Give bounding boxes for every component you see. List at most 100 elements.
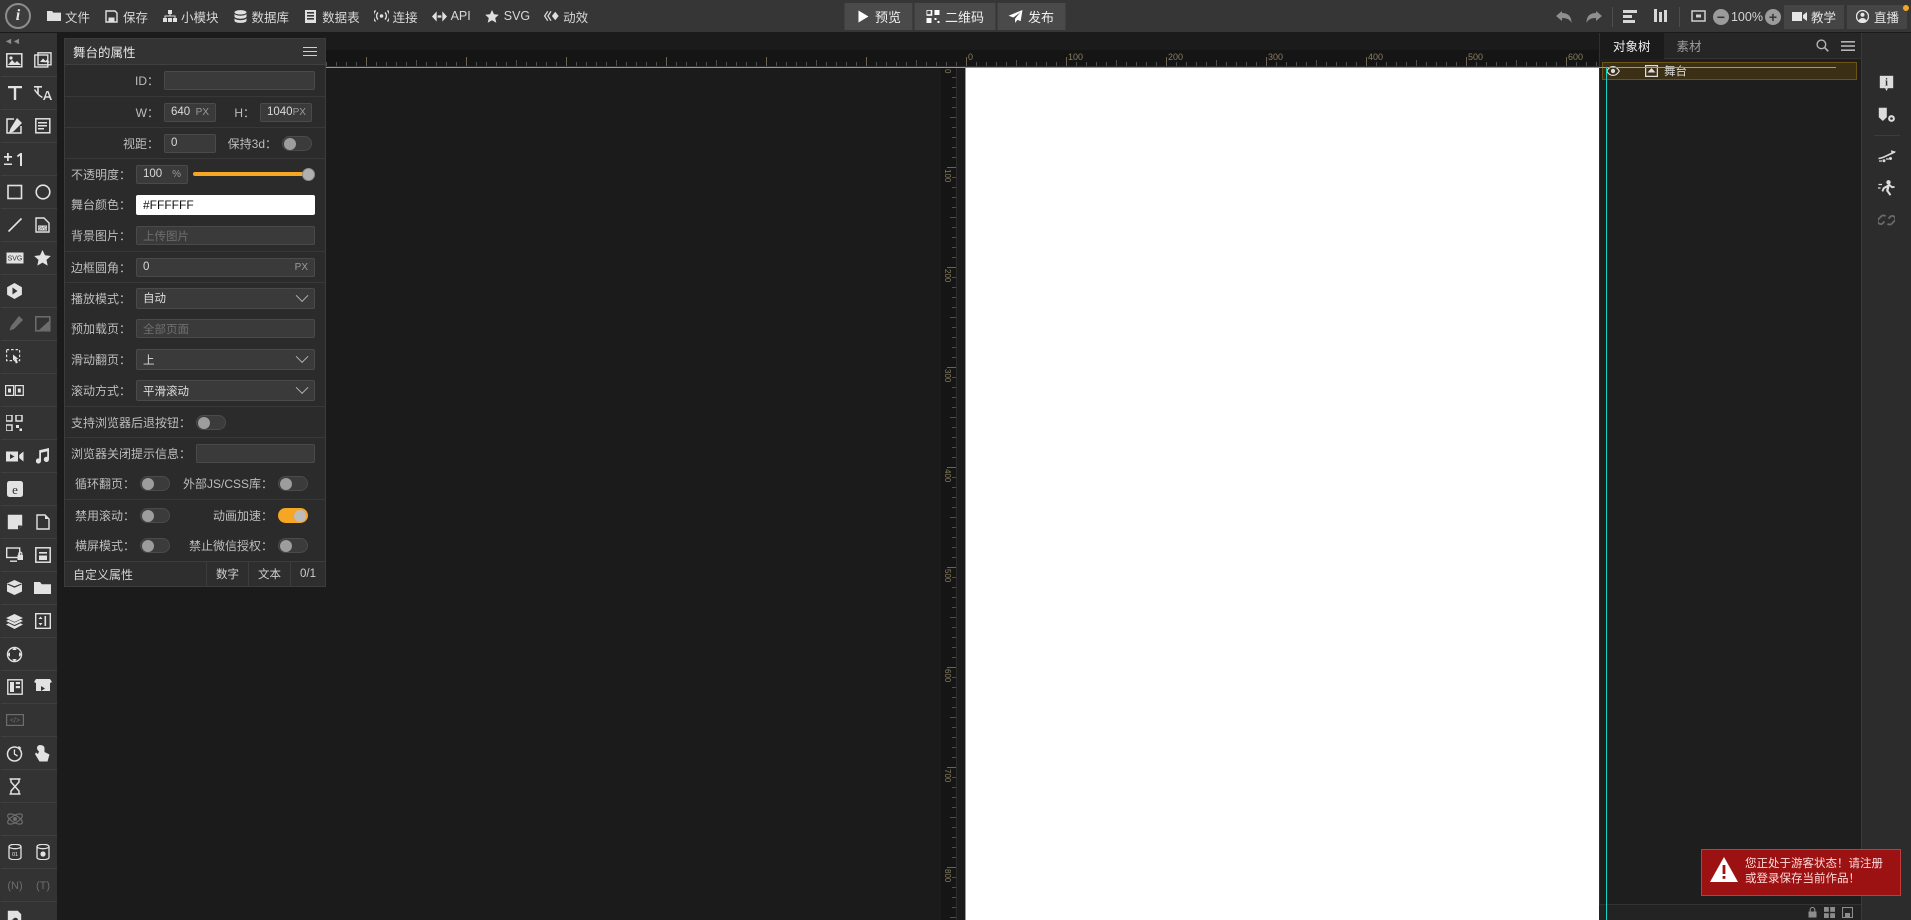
scroll-select[interactable]: 平滑滚动 (136, 380, 315, 401)
atom-icon[interactable] (1, 805, 29, 833)
swipe-select[interactable]: 上 (136, 349, 315, 370)
paren-n-icon[interactable]: (N) (1, 871, 29, 899)
video-camera-tool-icon[interactable] (1, 442, 29, 470)
star-shape-icon[interactable] (29, 244, 57, 272)
translate-text-icon[interactable] (29, 79, 57, 107)
tutorial-button[interactable]: 教学 (1783, 4, 1844, 29)
closemsg-input[interactable] (196, 443, 315, 463)
hourglass-icon[interactable] (1, 772, 29, 800)
align-vertical-icon[interactable] (1646, 0, 1675, 33)
undo-icon[interactable] (1550, 0, 1579, 33)
animaccel-toggle[interactable] (278, 507, 308, 523)
pen-icon[interactable] (1, 310, 29, 338)
grid-toggle-icon[interactable] (1824, 907, 1835, 918)
edit-box-icon[interactable] (1, 112, 29, 140)
screen-lock-icon[interactable] (1, 541, 29, 569)
add-text-property-button[interactable]: 文本 (248, 561, 290, 587)
db-object-icon[interactable] (29, 838, 57, 866)
menu-file[interactable]: 文件 (39, 0, 97, 33)
preload-input[interactable]: 全部页面 (136, 319, 315, 338)
publish-button[interactable]: 发布 (997, 3, 1066, 30)
menu-connect[interactable]: 连接 (367, 0, 425, 33)
height-input[interactable]: 1040 PX (260, 102, 312, 122)
hamburger-icon[interactable] (303, 46, 317, 57)
folder-shape-icon[interactable] (29, 574, 57, 602)
landscape-toggle[interactable] (140, 538, 170, 553)
sort-updown-icon[interactable] (29, 607, 57, 635)
paren-t-icon[interactable]: (T) (29, 871, 57, 899)
menu-animation[interactable]: 动效 (537, 0, 595, 33)
guide-line-top[interactable] (326, 67, 1836, 68)
two-panel-icon[interactable] (1, 376, 29, 404)
guide-line-right[interactable] (1606, 67, 1607, 920)
ie-browser-icon[interactable]: e (1, 475, 29, 503)
line-icon[interactable] (1, 211, 29, 239)
fit-screen-icon[interactable] (1684, 0, 1713, 33)
live-button[interactable]: 直播 (1846, 4, 1909, 29)
click-hand-icon[interactable] (29, 739, 57, 767)
redo-icon[interactable] (1579, 0, 1608, 33)
noscroll-toggle[interactable] (140, 507, 170, 523)
tree-item-stage[interactable]: 舞台 (1602, 62, 1857, 80)
tab-assets[interactable]: 素材 (1664, 33, 1715, 59)
hand-select-icon[interactable] (1, 343, 29, 371)
guide-line-left[interactable] (965, 67, 966, 920)
layers-settings-icon[interactable] (1872, 100, 1902, 130)
id-input[interactable] (164, 71, 315, 90)
svg-file-icon[interactable]: SVG (29, 211, 57, 239)
align-horizontal-icon[interactable] (1617, 0, 1646, 33)
clock-icon[interactable] (1, 739, 29, 767)
vertical-ruler[interactable]: 0 100 200 300 400 500 600 700 800 (941, 67, 957, 920)
tab-object-tree[interactable]: 对象树 (1600, 32, 1664, 59)
cloud-save-icon[interactable] (1, 904, 29, 920)
plus-minus-one-icon[interactable] (1, 145, 29, 173)
loop-toggle[interactable] (140, 476, 170, 491)
image-multi-icon[interactable] (29, 46, 57, 74)
info-icon[interactable]: i (1872, 68, 1902, 98)
box-package-icon[interactable] (29, 541, 57, 569)
video-play-icon[interactable] (1, 277, 29, 305)
menu-save[interactable]: 保存 (97, 0, 155, 33)
menu-api[interactable]: API (425, 0, 478, 33)
document-icon[interactable] (29, 508, 57, 536)
stage-tool-icon[interactable] (29, 673, 57, 701)
playmode-select[interactable]: 自动 (136, 287, 315, 309)
viewdistance-input[interactable]: 0 (164, 133, 216, 153)
rich-text-icon[interactable] (29, 112, 57, 140)
stage-canvas-page[interactable] (966, 67, 1606, 920)
bgimage-input[interactable]: 上传图片 (136, 226, 315, 245)
qrcode-shape-icon[interactable] (1, 409, 29, 437)
opacity-input[interactable]: 100 % (136, 164, 188, 184)
opacity-slider[interactable] (193, 167, 315, 182)
extlib-toggle[interactable] (278, 476, 308, 491)
image-icon[interactable] (1, 46, 29, 74)
qrcode-button[interactable]: 二维码 (913, 3, 996, 30)
keep3d-toggle[interactable] (282, 135, 312, 151)
menu-datatable[interactable]: 数据表 (296, 0, 367, 33)
hamburger-icon-right[interactable] (1835, 33, 1861, 59)
rectangle-icon[interactable] (1, 178, 29, 206)
stagecolor-input[interactable]: #FFFFFF (136, 194, 315, 215)
package-open-icon[interactable] (1, 574, 29, 602)
collapse-panel-button[interactable]: ◄◄ (0, 36, 57, 46)
move-arrows-icon[interactable] (1, 640, 29, 668)
mask-icon[interactable] (29, 310, 57, 338)
music-note-icon[interactable] (29, 442, 57, 470)
page-curl-icon[interactable] (1, 508, 29, 536)
svg-icon[interactable]: SVG (1, 244, 29, 272)
backbutton-toggle[interactable] (196, 414, 227, 430)
radius-input[interactable]: 0 PX (136, 257, 315, 277)
menu-svg[interactable]: SVG (478, 0, 537, 33)
layout-panel-icon[interactable] (1, 673, 29, 701)
db-number-icon[interactable]: 01 (1, 838, 29, 866)
preview-button[interactable]: 预览 (843, 3, 912, 30)
add-number-property-button[interactable]: 数字 (206, 561, 248, 587)
width-input[interactable]: 640 PX (164, 102, 216, 122)
link-icon[interactable] (1872, 205, 1902, 235)
nowechat-toggle[interactable] (278, 538, 308, 553)
lock-icon[interactable] (1808, 907, 1817, 918)
run-animation-icon[interactable] (1872, 173, 1902, 203)
zoom-out-button[interactable]: − (1712, 8, 1729, 25)
code-icon[interactable]: </> (1, 706, 29, 734)
layers-icon[interactable] (1, 607, 29, 635)
